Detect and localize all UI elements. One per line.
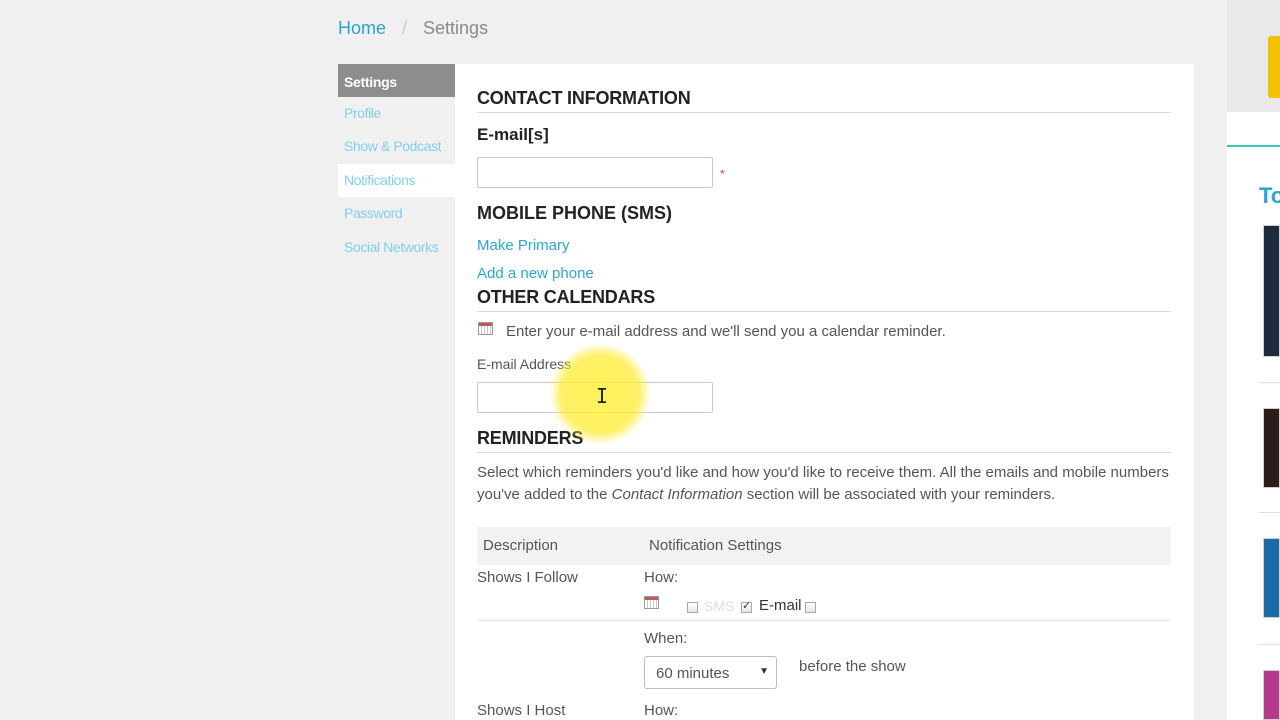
row-divider bbox=[477, 620, 1171, 621]
reminders-heading: REMINDERS bbox=[477, 428, 1171, 453]
required-marker: * bbox=[720, 167, 725, 181]
before-show-text: before the show bbox=[799, 658, 906, 675]
breadcrumb-separator: / bbox=[402, 18, 408, 38]
calendar-email-input[interactable] bbox=[477, 382, 713, 413]
other-calendars-heading: OTHER CALENDARS bbox=[477, 287, 1171, 312]
add-phone-link[interactable]: Add a new phone bbox=[477, 265, 594, 282]
sidebar-item-profile[interactable]: Profile bbox=[338, 97, 455, 130]
mobile-phone-heading: MOBILE PHONE (SMS) bbox=[477, 203, 673, 223]
calendar-description: Enter your e-mail address and we'll send… bbox=[506, 323, 946, 340]
right-sidebar: To bbox=[1227, 0, 1280, 720]
settings-sidebar: Settings Profile Show & Podcast Notifica… bbox=[338, 64, 455, 264]
column-description: Description bbox=[483, 537, 559, 554]
right-divider bbox=[1259, 644, 1280, 645]
calendar-icon bbox=[478, 322, 493, 335]
thumbnail[interactable] bbox=[1263, 408, 1280, 488]
extra-checkbox[interactable] bbox=[805, 602, 816, 613]
row-label-shows-i-follow: Shows I Follow bbox=[477, 569, 578, 586]
reminders-description: Select which reminders you'd like and ho… bbox=[477, 462, 1177, 506]
reminders-table-header: Description Notification Settings bbox=[477, 527, 1171, 565]
email-input[interactable] bbox=[477, 157, 713, 188]
column-notification-settings: Notification Settings bbox=[649, 537, 782, 554]
sidebar-header-settings: Settings bbox=[338, 64, 455, 97]
logo-icon bbox=[1268, 36, 1280, 98]
right-heading: To bbox=[1259, 183, 1280, 208]
reminder-time-value: 60 minutes bbox=[656, 665, 730, 682]
email-checkbox[interactable] bbox=[741, 599, 752, 613]
how-label: How: bbox=[644, 569, 679, 586]
sidebar-item-password[interactable]: Password bbox=[338, 197, 455, 230]
thumbnail[interactable] bbox=[1263, 225, 1280, 357]
when-label: When: bbox=[644, 630, 688, 647]
calendar-option-icon bbox=[644, 596, 659, 609]
sidebar-item-notifications[interactable]: Notifications bbox=[338, 163, 455, 198]
chevron-down-icon: ▼ bbox=[759, 666, 769, 677]
email-option-label: E-mail bbox=[759, 597, 802, 614]
thumbnail[interactable] bbox=[1263, 670, 1280, 720]
row-label-shows-i-host: Shows I Host bbox=[477, 702, 566, 719]
calendar-email-label: E-mail Address bbox=[477, 356, 572, 372]
sidebar-item-show-podcast[interactable]: Show & Podcast bbox=[338, 130, 455, 163]
breadcrumb-home-link[interactable]: Home bbox=[338, 18, 386, 38]
make-primary-link[interactable]: Make Primary bbox=[477, 237, 570, 254]
breadcrumb-current: Settings bbox=[423, 18, 489, 38]
sms-label: SMS bbox=[704, 598, 735, 614]
right-divider bbox=[1259, 382, 1280, 383]
reminder-time-select[interactable]: 60 minutes ▼ bbox=[644, 656, 777, 689]
reminders-description-part2: section will be associated with your rem… bbox=[742, 486, 1056, 503]
contact-information-heading: CONTACT INFORMATION bbox=[477, 88, 1171, 113]
contact-information-reference: Contact Information bbox=[611, 486, 743, 503]
sidebar-item-social-networks[interactable]: Social Networks bbox=[338, 231, 455, 264]
sms-checkbox[interactable] bbox=[687, 602, 698, 613]
notifications-panel: CONTACT INFORMATION E-mail[s] * MOBILE P… bbox=[455, 64, 1194, 720]
breadcrumb: Home / Settings bbox=[338, 18, 488, 39]
text-cursor-icon: I bbox=[596, 384, 609, 408]
how-label-host: How: bbox=[644, 702, 679, 719]
right-accent-rule bbox=[1227, 145, 1280, 147]
thumbnail[interactable] bbox=[1263, 538, 1280, 618]
right-divider bbox=[1259, 512, 1280, 513]
emails-label: E-mail[s] bbox=[477, 125, 549, 144]
